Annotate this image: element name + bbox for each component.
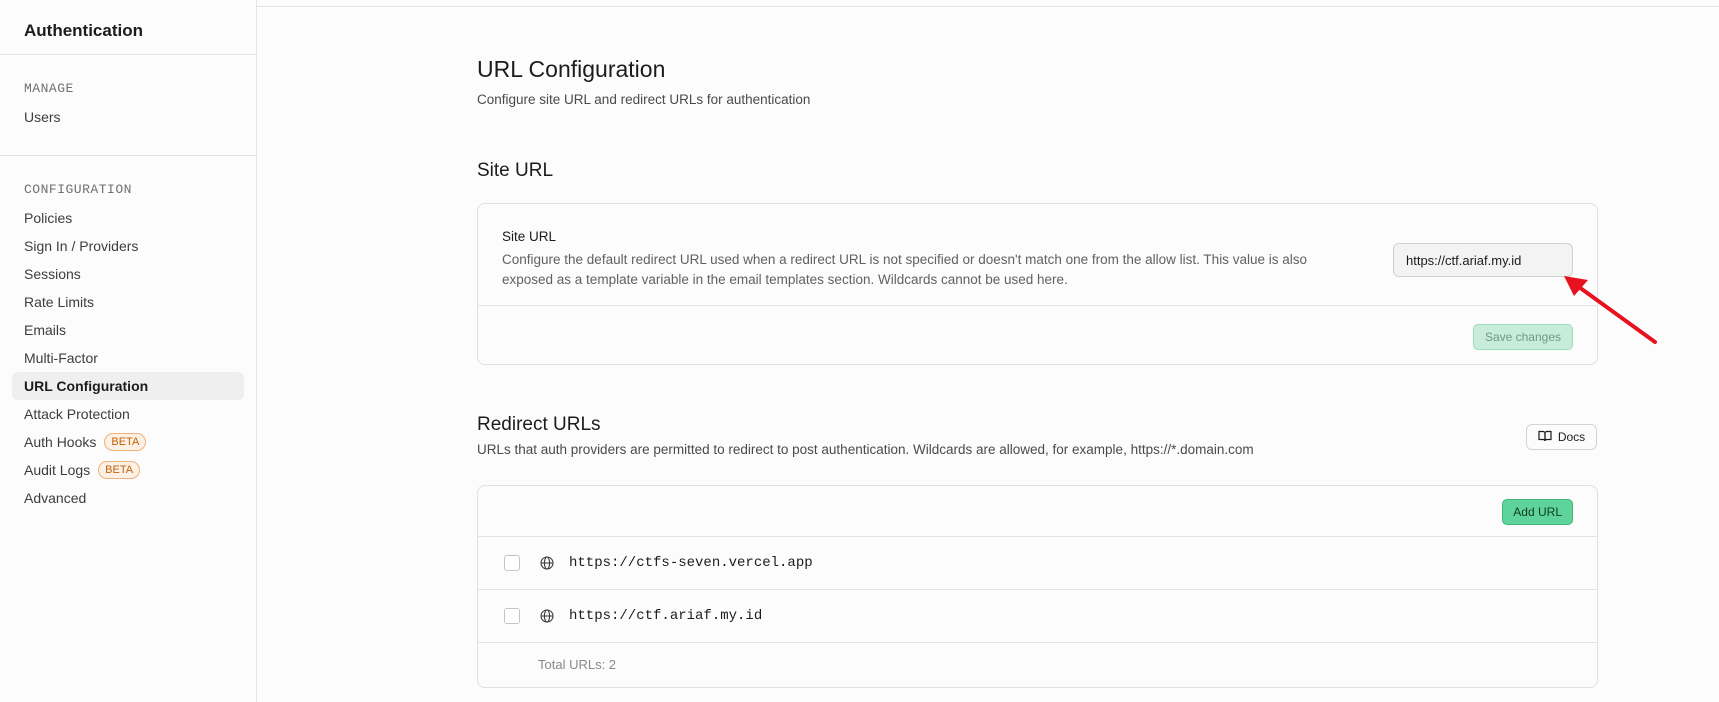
site-url-row: Site URL Configure the default redirect … [478, 204, 1597, 306]
sidebar-item-attack-protection[interactable]: Attack Protection [12, 400, 244, 428]
book-icon [1538, 430, 1552, 445]
url-checkbox[interactable] [504, 555, 520, 571]
redirect-urls-description: URLs that auth providers are permitted t… [477, 442, 1254, 457]
sidebar-item-label: Policies [24, 210, 73, 226]
globe-icon [539, 608, 555, 624]
sidebar-item-rate-limits[interactable]: Rate Limits [12, 288, 244, 316]
site-url-description: Configure the default redirect URL used … [502, 252, 1307, 287]
site-url-label: Site URL [502, 229, 557, 244]
beta-badge: BETA [104, 433, 147, 451]
sidebar-item-audit-logs[interactable]: Audit Logs BETA [12, 456, 244, 484]
section-title-manage: MANAGE [24, 81, 74, 96]
redirect-url-text: https://ctf.ariaf.my.id [569, 608, 763, 624]
total-urls-count: Total URLs: 2 [538, 657, 617, 672]
sidebar-item-label: Rate Limits [24, 294, 95, 310]
sidebar-item-sessions[interactable]: Sessions [12, 260, 244, 288]
sidebar-item-policies[interactable]: Policies [12, 204, 244, 232]
sidebar-item-sign-in-providers[interactable]: Sign In / Providers [12, 232, 244, 260]
site-url-card: Site URL Configure the default redirect … [477, 203, 1598, 365]
redirect-urls-card: Add URL https://ctfs-seven.vercel.app ht… [477, 485, 1598, 688]
sidebar-item-multi-factor[interactable]: Multi-Factor [12, 344, 244, 372]
sidebar-item-users[interactable]: Users [12, 103, 244, 131]
redirect-urls-heading: Redirect URLs [477, 414, 601, 435]
page-subtitle: Configure site URL and redirect URLs for… [477, 92, 811, 107]
sidebar-item-label: Sessions [24, 266, 81, 282]
sidebar-item-label: Sign In / Providers [24, 238, 139, 254]
sidebar-item-auth-hooks[interactable]: Auth Hooks BETA [12, 428, 244, 456]
sidebar-item-advanced[interactable]: Advanced [12, 484, 244, 512]
site-url-input[interactable] [1393, 243, 1573, 277]
sidebar-item-label: Emails [24, 322, 67, 338]
sidebar-item-label: Users [24, 109, 61, 125]
sidebar-item-label: Audit Logs [24, 462, 91, 478]
sidebar: Authentication MANAGE Users CONFIGURATIO… [0, 0, 257, 702]
sidebar-item-url-configuration[interactable]: URL Configuration [12, 372, 244, 400]
sidebar-item-label: Multi-Factor [24, 350, 98, 366]
sidebar-section-manage: MANAGE Users [0, 55, 256, 156]
docs-button[interactable]: Docs [1526, 424, 1597, 450]
sidebar-item-emails[interactable]: Emails [12, 316, 244, 344]
redirect-toolbar: Add URL [478, 486, 1597, 537]
list-item: https://ctfs-seven.vercel.app [478, 537, 1597, 590]
docs-label: Docs [1557, 430, 1586, 444]
sidebar-item-label: Advanced [24, 490, 87, 506]
save-changes-button[interactable]: Save changes [1472, 324, 1573, 350]
site-url-heading: Site URL [477, 160, 554, 181]
sidebar-item-label: Attack Protection [24, 406, 130, 422]
redirect-url-text: https://ctfs-seven.vercel.app [569, 555, 813, 571]
section-title-configuration: CONFIGURATION [24, 182, 132, 197]
topbar-divider [257, 6, 1719, 7]
add-url-button[interactable]: Add URL [1502, 499, 1573, 525]
page-title: URL Configuration [477, 56, 666, 82]
sidebar-title: Authentication [0, 0, 256, 55]
sidebar-item-label: Auth Hooks [24, 434, 97, 450]
sidebar-section-configuration: CONFIGURATION Policies Sign In / Provide… [0, 156, 256, 536]
list-item: https://ctf.ariaf.my.id [478, 590, 1597, 643]
beta-badge: BETA [98, 461, 141, 479]
url-checkbox[interactable] [504, 608, 520, 624]
sidebar-item-label: URL Configuration [24, 378, 149, 394]
globe-icon [539, 555, 555, 571]
